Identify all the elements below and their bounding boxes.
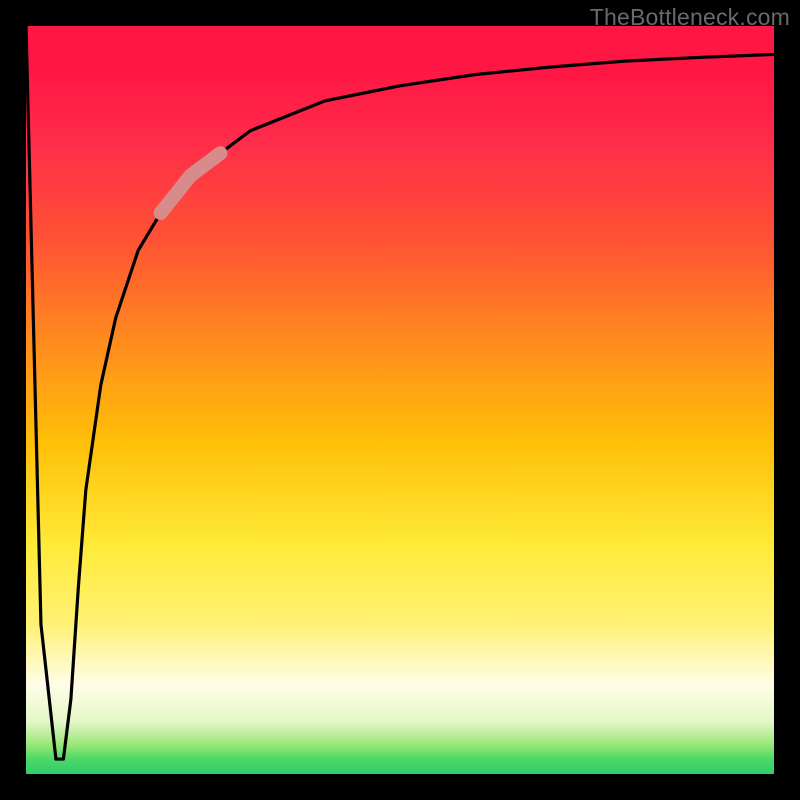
curve-group — [26, 26, 774, 759]
curve-svg — [26, 26, 774, 774]
bottleneck-curve — [26, 26, 774, 759]
plot-clip — [26, 26, 774, 774]
chart-frame: TheBottleneck.com — [0, 0, 800, 800]
watermark-text: TheBottleneck.com — [590, 4, 790, 31]
curve-highlight — [161, 153, 221, 213]
